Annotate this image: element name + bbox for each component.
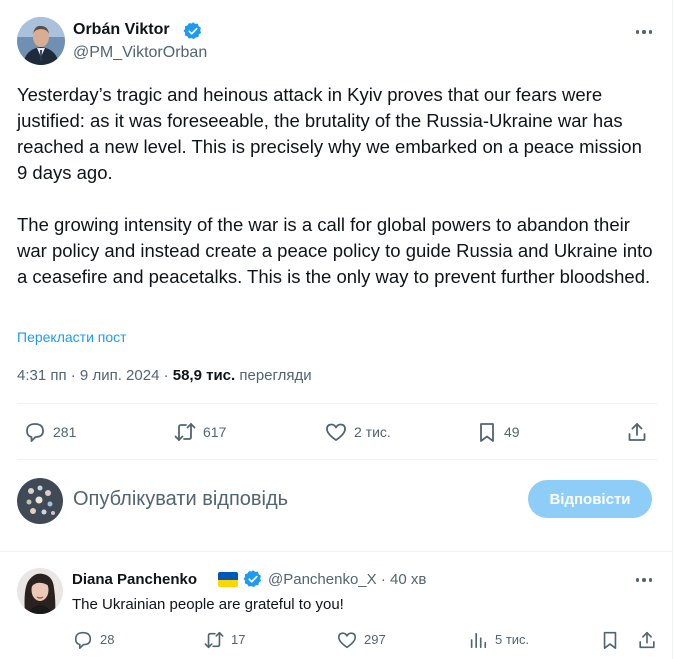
reply-author-meta: @Panchenko_X · 40 хв: [268, 570, 426, 590]
bookmark-icon: [603, 631, 617, 649]
tweet-detail-page: Orbán Viktor @PM_ViktorOrban Yesterday’s…: [0, 0, 673, 659]
author-name[interactable]: Orbán Viktor: [73, 20, 170, 40]
divider: [17, 459, 657, 460]
share-icon: [628, 423, 646, 441]
like-button[interactable]: 2 тис.: [324, 421, 391, 443]
like-count: 2 тис.: [354, 424, 391, 440]
like-icon: [338, 632, 356, 649]
reply-count: 281: [53, 424, 77, 440]
reply-text: The Ukrainian people are grateful to you…: [72, 596, 344, 613]
timestamp[interactable]: 4:31 пп · 9 лип. 2024: [17, 367, 159, 384]
reply-reply-button[interactable]: 28: [72, 630, 114, 650]
bookmark-icon: [480, 423, 494, 442]
reply-views-count: 5 тис.: [495, 632, 530, 647]
reply-button[interactable]: 281: [23, 421, 76, 443]
views-count: 58,9 тис.: [172, 367, 236, 384]
reply-bookmark-button[interactable]: [600, 630, 620, 650]
current-user-avatar[interactable]: [17, 478, 63, 524]
reply-input[interactable]: Опублікувати відповідь: [73, 486, 288, 512]
more-icon[interactable]: [632, 22, 656, 42]
tweet-paragraph: Yesterday’s tragic and heinous attack in…: [17, 84, 642, 183]
reply-repost-button[interactable]: 17: [203, 630, 245, 650]
reply-time[interactable]: · 40 хв: [381, 571, 426, 588]
reply-author-handle[interactable]: @Panchenko_X: [268, 571, 377, 588]
reply-icon: [26, 423, 44, 442]
repost-icon: [174, 423, 196, 441]
divider: [17, 403, 657, 404]
reply-repost-count: 17: [231, 632, 246, 647]
repost-icon: [204, 631, 224, 649]
meta-separator: ·: [163, 367, 169, 384]
repost-count: 617: [203, 424, 227, 440]
share-button[interactable]: [626, 421, 648, 443]
reply-author-avatar[interactable]: [17, 568, 63, 614]
reply-submit-button[interactable]: Відповісти: [528, 480, 652, 518]
bookmark-count: 49: [504, 424, 520, 440]
verified-badge-icon: [243, 569, 263, 589]
author-avatar[interactable]: [17, 17, 65, 65]
share-icon: [639, 631, 655, 649]
reply-icon: [74, 631, 92, 649]
more-icon[interactable]: [632, 570, 656, 590]
reply-share-button[interactable]: [637, 630, 657, 650]
translate-post-link[interactable]: Перекласти пост: [17, 328, 127, 346]
like-icon: [326, 423, 346, 441]
reply-author-name[interactable]: Diana Panchenko: [72, 570, 197, 590]
author-handle[interactable]: @PM_ViktorOrban: [73, 43, 207, 63]
views-label: перегляди: [239, 367, 312, 384]
tweet-meta: 4:31 пп · 9 лип. 2024 · 58,9 тис. перегл…: [17, 366, 312, 386]
divider: [0, 551, 673, 552]
bookmark-button[interactable]: 49: [476, 421, 520, 443]
reply-like-button[interactable]: 297: [336, 630, 386, 650]
verified-badge-icon: [183, 21, 203, 41]
tweet-paragraph: The growing intensity of the war is a ca…: [17, 214, 653, 287]
views-icon: [470, 632, 487, 649]
ukraine-flag-icon: [218, 572, 238, 587]
tweet-text: Yesterday’s tragic and heinous attack in…: [17, 82, 657, 290]
reply-views-button[interactable]: 5 тис.: [467, 630, 529, 650]
repost-button[interactable]: 617: [173, 421, 226, 443]
reply-reply-count: 28: [100, 632, 115, 647]
reply-like-count: 297: [364, 632, 386, 647]
